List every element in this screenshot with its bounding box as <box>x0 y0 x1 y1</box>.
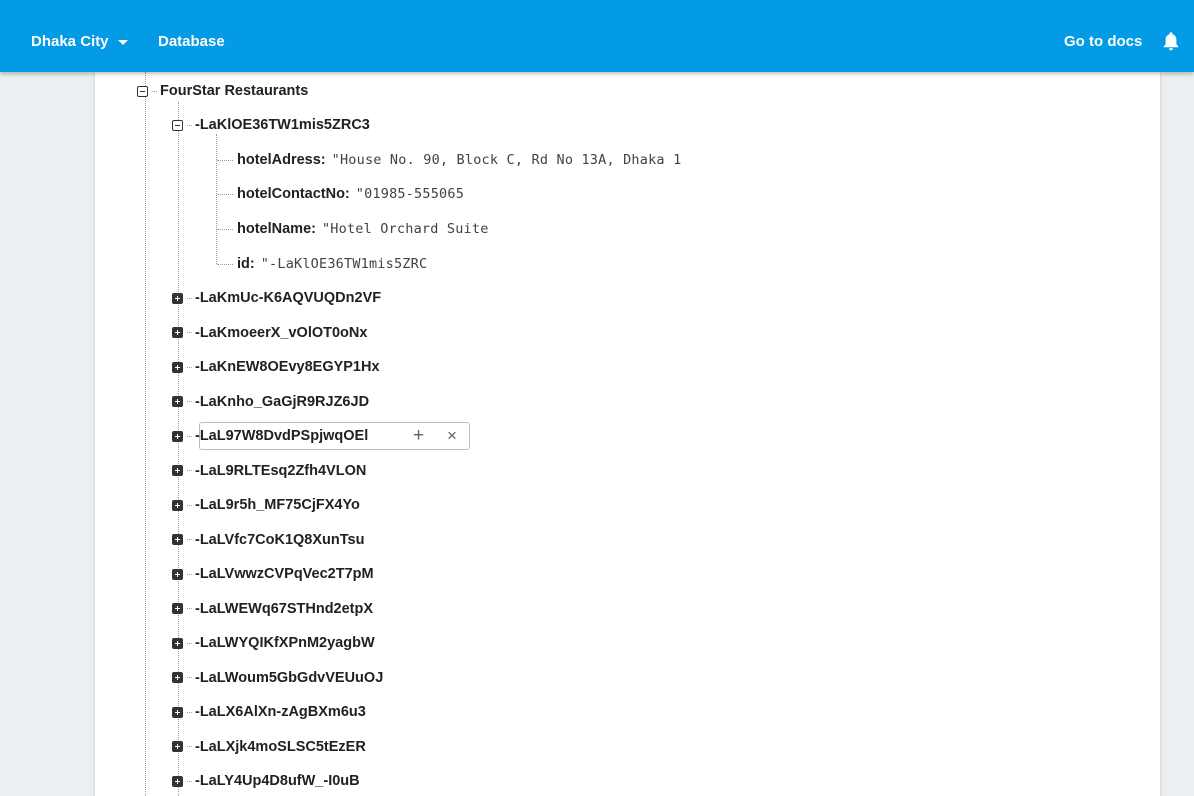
node-key: -LaL9RLTEsq2Zfh4VLON <box>195 462 367 479</box>
top-app-bar: Dhaka City Database Go to docs <box>0 0 1194 72</box>
tree-node-collapsed[interactable]: -LaLWEWq67STHnd2etpX <box>172 597 373 621</box>
node-key: -LaLXjk4moSLSC5tEzER <box>195 738 366 755</box>
node-key: -LaLWoum5GbGdvVEUuOJ <box>195 669 384 686</box>
page-title: Database <box>158 33 225 50</box>
field-value[interactable]: "01985-555065 <box>356 186 464 202</box>
node-key: -LaL97W8DvdPSpjwqOEl <box>195 428 369 444</box>
tree-node-collapsed[interactable]: -LaLVfc7CoK1Q8XunTsu <box>172 528 364 552</box>
expand-icon[interactable] <box>172 637 183 649</box>
expand-icon[interactable] <box>172 741 183 752</box>
tree-node-collapsed[interactable]: -LaKnEW8OEvy8EGYP1Hx <box>172 355 380 379</box>
add-child-icon[interactable]: + <box>413 425 424 447</box>
delete-node-icon[interactable]: × <box>447 425 457 447</box>
field-key: hotelContactNo: <box>237 186 350 202</box>
database-tree-panel: FourStar Restaurants -LaKlOE36TW1mis5ZRC… <box>95 72 1160 796</box>
tree-node-collapsed[interactable]: -LaKnho_GaGjR9RJZ6JD <box>172 390 369 414</box>
field-value[interactable]: "-LaKlOE36TW1mis5ZRC <box>261 256 428 272</box>
expand-icon[interactable] <box>172 706 183 718</box>
expand-icon[interactable] <box>172 499 183 511</box>
field-key: hotelName: <box>237 221 316 237</box>
expand-icon[interactable] <box>172 292 183 304</box>
node-key: -LaKmoeerX_vOlOT0oNx <box>195 324 368 341</box>
tree-node-collapsed[interactable]: -LaLVwwzCVPqVec2T7pM <box>172 562 374 586</box>
tree-node-root[interactable]: FourStar Restaurants <box>137 79 308 103</box>
root-key: FourStar Restaurants <box>160 83 309 99</box>
node-key: -LaLWYQIKfXPnM2yagbW <box>195 635 375 651</box>
expand-icon[interactable] <box>172 534 183 545</box>
field-value[interactable]: "Hotel Orchard Suite <box>322 221 489 237</box>
node-key: -LaKnEW8OEvy8EGYP1Hx <box>195 359 380 375</box>
tree-node-collapsed[interactable]: -LaL9RLTEsq2Zfh4VLON <box>172 459 366 483</box>
go-to-docs-link[interactable]: Go to docs <box>1064 33 1142 50</box>
field-row[interactable]: hotelContactNo: "01985-555065 <box>217 182 464 206</box>
node-branch-line <box>178 102 179 796</box>
tree-node-collapsed[interactable]: -LaL9r5h_MF75CjFX4Yo <box>172 493 360 517</box>
root-branch-line <box>145 72 146 796</box>
tree-node-collapsed[interactable]: -LaLXjk4moSLSC5tEzER <box>172 735 366 759</box>
tree-node-collapsed[interactable]: -LaKmUc-K6AQVUQDn2VF <box>172 286 381 310</box>
field-row[interactable]: hotelAdress: "House No. 90, Block C, Rd N… <box>217 148 681 172</box>
field-value[interactable]: "House No. 90, Block C, Rd No 13A, Dhaka… <box>332 152 682 168</box>
project-name: Dhaka City <box>31 33 109 50</box>
tree-node-collapsed[interactable]: -LaLWYQIKfXPnM2yagbW <box>172 631 375 655</box>
project-selector[interactable]: Dhaka City <box>31 33 128 50</box>
node-key: -LaLVfc7CoK1Q8XunTsu <box>195 531 365 548</box>
field-key: hotelAdress: <box>237 152 326 168</box>
expand-icon[interactable] <box>172 361 183 373</box>
node-key: -LaLWEWq67STHnd2etpX <box>195 600 374 617</box>
node-key: -LaL9r5h_MF75CjFX4Yo <box>195 497 360 513</box>
expand-icon[interactable] <box>172 327 183 338</box>
chevron-down-icon <box>117 40 128 45</box>
tree-node-expanded[interactable]: -LaKlOE36TW1mis5ZRC3 <box>172 113 370 137</box>
collapse-icon[interactable] <box>172 119 183 131</box>
tree-node-collapsed[interactable]: -LaLY4Up4D8ufW_-I0uB <box>172 769 360 793</box>
field-row[interactable]: hotelName: "Hotel Orchard Suite <box>217 217 489 241</box>
expand-icon[interactable] <box>172 775 183 787</box>
tree-node-collapsed[interactable]: -LaLWoum5GbGdvVEUuOJ <box>172 666 383 690</box>
node-key: -LaLX6AlXn-zAgBXm6u3 <box>195 704 366 720</box>
field-row[interactable]: id: "-LaKlOE36TW1mis5ZRC <box>217 252 427 276</box>
tree-node-collapsed[interactable]: -LaKmoeerX_vOlOT0oNx <box>172 321 367 345</box>
field-key: id: <box>237 256 255 272</box>
tree-node-collapsed[interactable]: -LaLX6AlXn-zAgBXm6u3 <box>172 700 366 724</box>
expand-icon[interactable] <box>172 396 183 407</box>
expand-icon[interactable] <box>172 568 183 580</box>
expand-icon[interactable] <box>172 672 183 683</box>
collapse-icon[interactable] <box>137 85 148 97</box>
expand-icon[interactable] <box>172 603 183 614</box>
tree-node-collapsed[interactable]: -LaL97W8DvdPSpjwqOEl <box>172 424 368 448</box>
notification-bell-icon[interactable] <box>1162 31 1180 51</box>
node-key: -LaKnho_GaGjR9RJZ6JD <box>195 393 370 410</box>
node-key: -LaKlOE36TW1mis5ZRC3 <box>195 117 370 133</box>
node-key: -LaLY4Up4D8ufW_-I0uB <box>195 773 360 789</box>
node-key: -LaKmUc-K6AQVUQDn2VF <box>195 290 382 306</box>
expand-icon[interactable] <box>172 465 183 476</box>
node-key: -LaLVwwzCVPqVec2T7pM <box>195 566 374 582</box>
expand-icon[interactable] <box>172 430 183 442</box>
